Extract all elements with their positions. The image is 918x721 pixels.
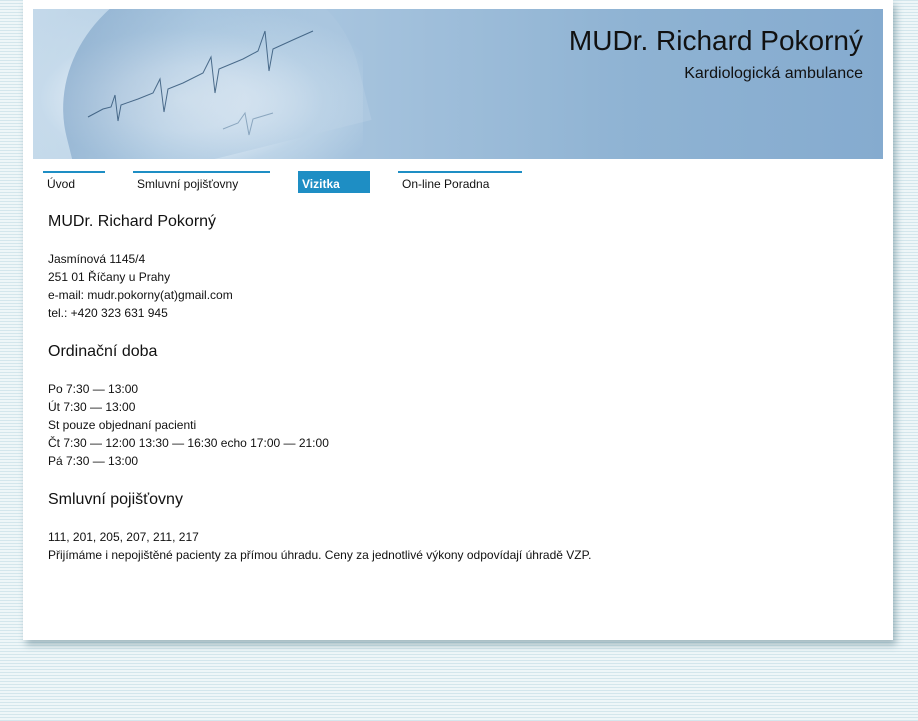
hours-section: Ordinační doba Po 7:30 — 13:00 Út 7:30 —… <box>48 342 868 470</box>
ecg-wave-graphic <box>87 30 314 136</box>
site-title: MUDr. Richard Pokorný <box>568 25 863 56</box>
contact-heading: MUDr. Richard Pokorný <box>48 213 217 230</box>
nav-item-uvod[interactable]: Úvod <box>43 171 105 193</box>
nav-item-smluvni-pojistovny[interactable]: Smluvní pojišťovny <box>133 171 270 193</box>
insurance-section: Smluvní pojišťovny 111, 201, 205, 207, 2… <box>48 490 868 564</box>
address-city: 251 01 Říčany u Prahy <box>48 270 171 284</box>
hours-tuesday: Út 7:30 — 13:00 <box>48 400 136 414</box>
contact-email: e-mail: mudr.pokorny(at)gmail.com <box>48 288 233 302</box>
insurance-heading: Smluvní pojišťovny <box>48 491 183 508</box>
hours-heading: Ordinační doba <box>48 343 158 360</box>
contact-section: MUDr. Richard Pokorný Jasmínová 1145/4 2… <box>48 212 868 322</box>
hours-wednesday: St pouze objednaní pacienti <box>48 418 197 432</box>
main-content: MUDr. Richard Pokorný Jasmínová 1145/4 2… <box>48 212 868 564</box>
page-container: MUDr. Richard Pokorný Kardiologická ambu… <box>23 0 893 640</box>
nav-item-vizitka[interactable]: Vizitka <box>298 171 370 193</box>
hours-thursday: Čt 7:30 — 12:00 13:30 — 16:30 echo 17:00… <box>48 436 329 450</box>
hours-friday: Pá 7:30 — 13:00 <box>48 454 139 468</box>
nav-item-online-poradna[interactable]: On-line Poradna <box>398 171 522 193</box>
main-navigation: Úvod Smluvní pojišťovny Vizitka On-line … <box>43 171 883 193</box>
contact-phone: tel.: +420 323 631 945 <box>48 306 168 320</box>
header-banner: MUDr. Richard Pokorný Kardiologická ambu… <box>33 9 883 159</box>
address-street: Jasmínová 1145/4 <box>48 252 146 266</box>
insurance-codes: 111, 201, 205, 207, 211, 217 <box>48 530 199 544</box>
insurance-note: Přijímáme i nepojištěné pacienty za přím… <box>48 548 592 562</box>
site-subtitle: Kardiologická ambulance <box>684 65 863 82</box>
hours-monday: Po 7:30 — 13:00 <box>48 382 139 396</box>
